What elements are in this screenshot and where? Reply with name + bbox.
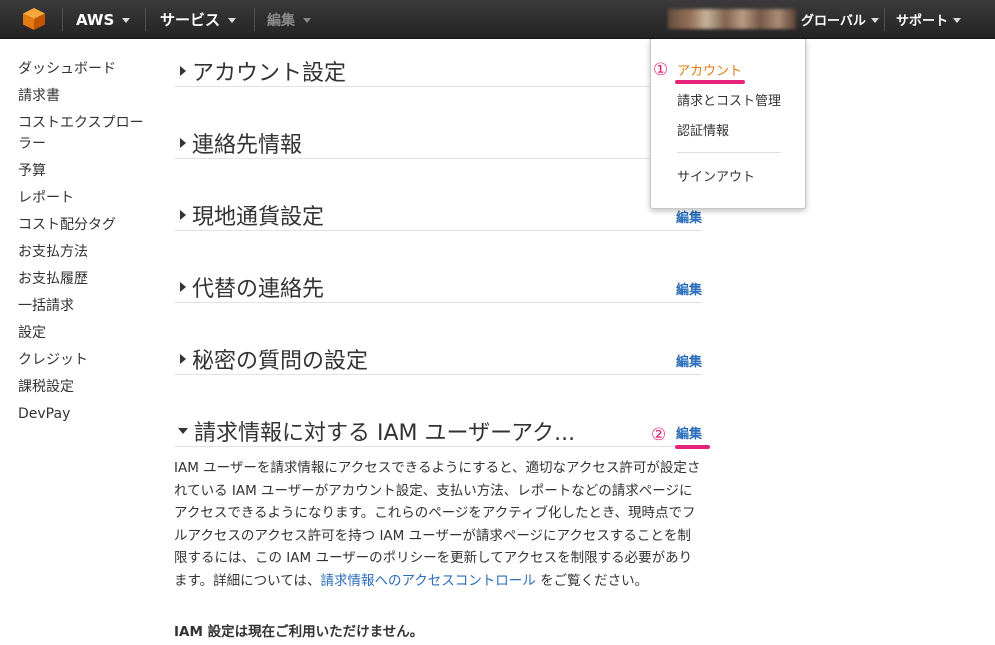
nav-separator (62, 8, 63, 31)
nav-separator (884, 8, 885, 31)
sidebar-item-payment-history[interactable]: お支払履歴 (18, 266, 158, 293)
sidebar-item-reports[interactable]: レポート (18, 185, 158, 212)
sidebar-item-cost-allocation-tags[interactable]: コスト配分タグ (18, 212, 158, 239)
menu-divider (677, 152, 781, 153)
sidebar-item-dashboard[interactable]: ダッシュボード (18, 56, 158, 83)
expand-arrow-icon (180, 354, 186, 364)
iam-unavailable-note: IAM 設定は現在ご利用いただけません。 (174, 624, 424, 640)
annotation-number-two: ② (651, 425, 667, 445)
section-header-security-questions[interactable]: 秘密の質問の設定 (174, 343, 368, 375)
section-header-local-currency[interactable]: 現地通貨設定 (174, 199, 324, 231)
sidebar-item-preferences[interactable]: 設定 (18, 320, 158, 347)
section-title: アカウント設定 (192, 61, 347, 86)
section-title: 代替の連絡先 (192, 277, 325, 302)
chevron-down-icon (953, 18, 962, 23)
region-menu-label: グローバル (801, 14, 866, 29)
top-navigation-bar: AWS サービス 編集 グローバル サポート (0, 0, 995, 39)
sidebar-item-devpay[interactable]: DevPay (18, 401, 158, 428)
section-header-contact-info[interactable]: 連絡先情報 (174, 127, 302, 159)
iam-edit-link[interactable]: 編集 (676, 423, 702, 442)
section-account-settings: アカウント設定 (174, 55, 702, 87)
annotation-underline-one (675, 80, 745, 84)
section-alternate-contacts: 代替の連絡先 編集 (174, 271, 702, 303)
section-header-alternate-contacts[interactable]: 代替の連絡先 (174, 271, 324, 303)
iam-description-text-end: をご覧ください。 (535, 572, 649, 589)
region-menu[interactable]: グローバル (801, 0, 879, 39)
edit-menu-label: 編集 (267, 12, 295, 29)
sidebar-nav: ダッシュボード 請求書 コストエクスプローラー 予算 レポート コスト配分タグ … (18, 56, 158, 428)
section-local-currency: 現地通貨設定 編集 (174, 199, 702, 231)
section-security-questions: 秘密の質問の設定 編集 (174, 343, 702, 375)
chevron-down-icon (870, 18, 879, 23)
annotation-number-one: ① (653, 60, 669, 80)
sidebar-item-budgets[interactable]: 予算 (18, 158, 158, 185)
sidebar-item-payment-methods[interactable]: お支払方法 (18, 239, 158, 266)
menu-item-security-credentials[interactable]: 認証情報 (677, 120, 729, 139)
chevron-down-icon (228, 18, 237, 23)
expand-arrow-icon (180, 66, 186, 76)
aws-menu-label: AWS (76, 10, 115, 29)
section-title: 現地通貨設定 (192, 205, 325, 230)
chevron-down-icon (303, 18, 311, 23)
expand-arrow-icon (180, 282, 186, 292)
billing-access-control-link[interactable]: 請求情報へのアクセスコントロール (320, 573, 535, 589)
edit-link[interactable]: 編集 (676, 279, 702, 298)
nav-separator (254, 8, 255, 31)
edit-menu[interactable]: 編集 (267, 0, 311, 39)
expand-arrow-icon (180, 210, 186, 220)
nav-separator (145, 8, 146, 31)
menu-item-account[interactable]: アカウント (677, 60, 742, 79)
section-header-iam-billing-access[interactable]: 請求情報に対する IAM ユーザーアク... (174, 415, 575, 447)
section-title: 請求情報に対する IAM ユーザーアク... (194, 421, 576, 446)
aws-menu[interactable]: AWS (76, 0, 131, 39)
section-title: 秘密の質問の設定 (192, 349, 369, 374)
section-header-account-settings[interactable]: アカウント設定 (174, 55, 346, 87)
account-dropdown-menu: アカウント 請求とコスト管理 認証情報 サインアウト (650, 39, 806, 209)
aws-cube-logo-icon[interactable] (22, 7, 46, 31)
menu-item-sign-out[interactable]: サインアウト (677, 166, 755, 185)
support-menu[interactable]: サポート (896, 0, 962, 39)
sidebar-item-bills[interactable]: 請求書 (18, 83, 158, 110)
iam-description: IAM ユーザーを請求情報にアクセスできるようにすると、適切なアクセス許可が設定… (174, 457, 702, 592)
edit-link[interactable]: 編集 (676, 207, 702, 226)
section-contact-info: 連絡先情報 (174, 127, 702, 159)
section-iam-billing-access: 請求情報に対する IAM ユーザーアク... 編集 (174, 415, 702, 447)
sidebar-item-cost-explorer[interactable]: コストエクスプローラー (18, 110, 150, 158)
support-menu-label: サポート (896, 14, 949, 29)
edit-link[interactable]: 編集 (676, 351, 702, 370)
services-menu-label: サービス (160, 11, 221, 29)
iam-description-text: IAM ユーザーを請求情報にアクセスできるようにすると、適切なアクセス許可が設定… (174, 460, 701, 589)
menu-item-billing-cost-management[interactable]: 請求とコスト管理 (677, 90, 781, 109)
sidebar-item-tax-settings[interactable]: 課税設定 (18, 374, 158, 401)
section-title: 連絡先情報 (192, 133, 303, 158)
expand-arrow-icon (180, 138, 186, 148)
sidebar-item-consolidated-billing[interactable]: 一括請求 (18, 293, 158, 320)
collapse-arrow-icon (178, 428, 188, 434)
sidebar-item-credits[interactable]: クレジット (18, 347, 158, 374)
services-menu[interactable]: サービス (160, 0, 237, 39)
account-name-blurred[interactable] (668, 9, 796, 29)
chevron-down-icon (122, 18, 131, 23)
annotation-underline-two (675, 445, 710, 449)
